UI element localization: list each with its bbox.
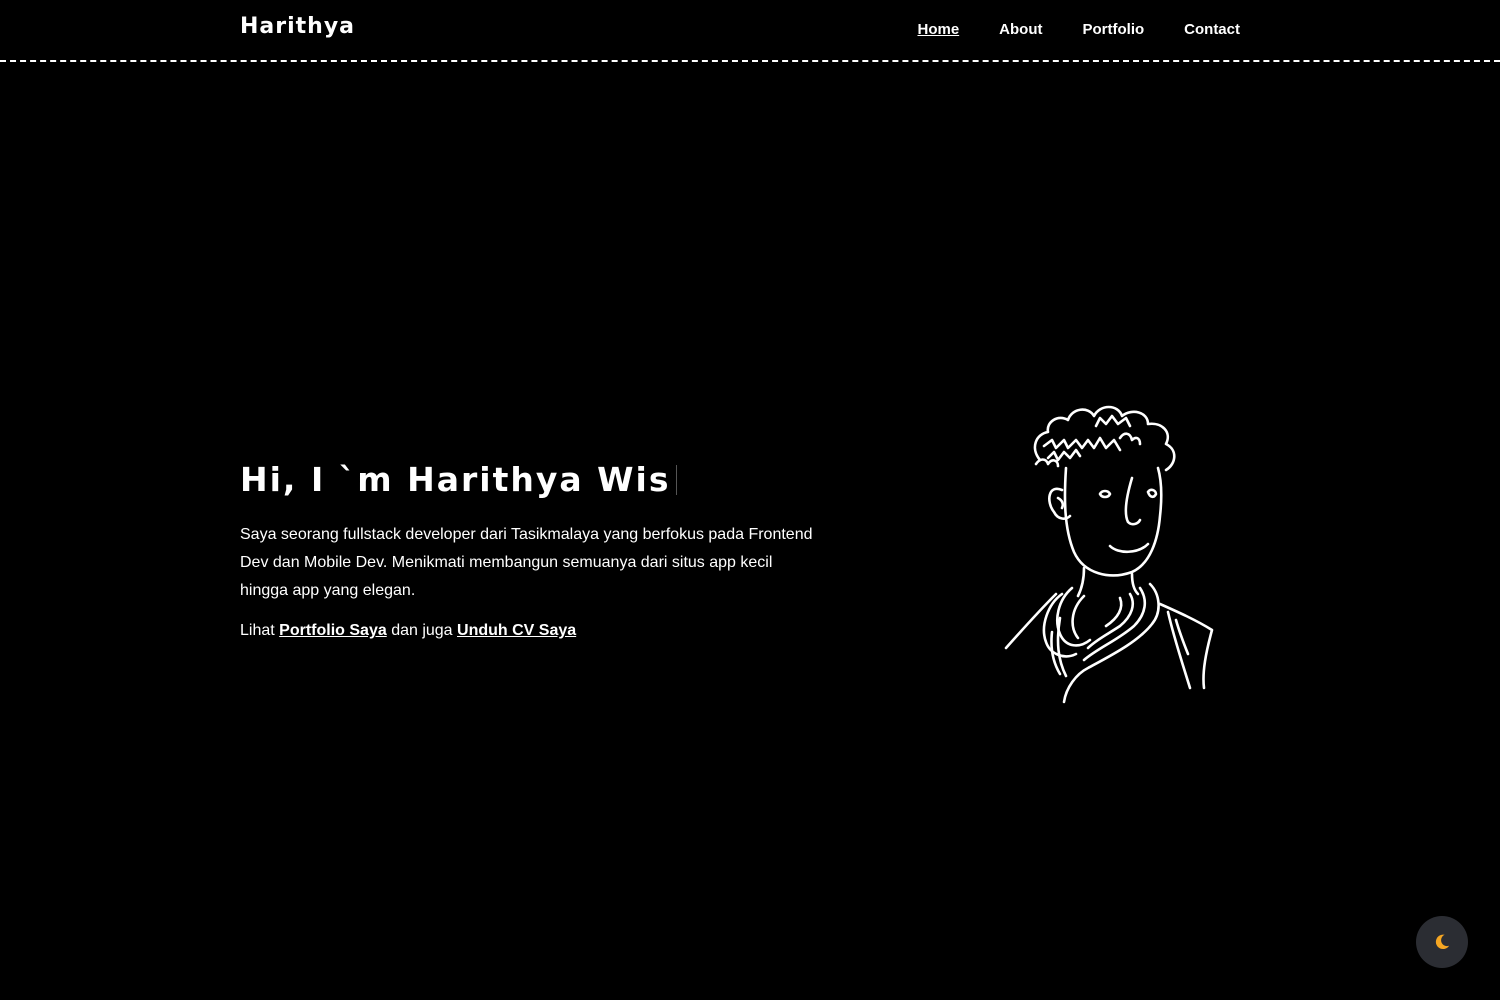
typing-caret: [676, 464, 678, 495]
download-cv-link[interactable]: Unduh CV Saya: [457, 622, 576, 639]
hero-description: Saya seorang fullstack developer dari Ta…: [240, 526, 813, 599]
theme-toggle-button[interactable]: [1416, 916, 1468, 968]
hero-heading-text: Hi, I `m Harithya Wis: [240, 460, 671, 499]
portrait-illustration: [1000, 398, 1220, 708]
hero-links: Lihat Portfolio Saya dan juga Unduh CV S…: [240, 619, 820, 643]
top-navbar: Harithya Home About Portfolio Contact: [0, 0, 1500, 62]
links-middle: dan juga: [391, 622, 453, 639]
links-prefix: Lihat: [240, 622, 275, 639]
portfolio-link[interactable]: Portfolio Saya: [279, 622, 387, 639]
nav-contact-link[interactable]: Contact: [1184, 21, 1240, 38]
nav-home-link[interactable]: Home: [917, 21, 959, 38]
nav-portfolio-link[interactable]: Portfolio: [1083, 21, 1145, 38]
nav-about-link[interactable]: About: [999, 21, 1042, 38]
hero-section: Hi, I `m Harithya Wis Saya seorang fulls…: [240, 460, 820, 643]
main-nav: Home About Portfolio Contact: [917, 21, 1240, 38]
site-logo[interactable]: Harithya: [240, 14, 355, 39]
moon-icon: [1435, 934, 1450, 950]
hero-heading: Hi, I `m Harithya Wis: [240, 460, 820, 499]
